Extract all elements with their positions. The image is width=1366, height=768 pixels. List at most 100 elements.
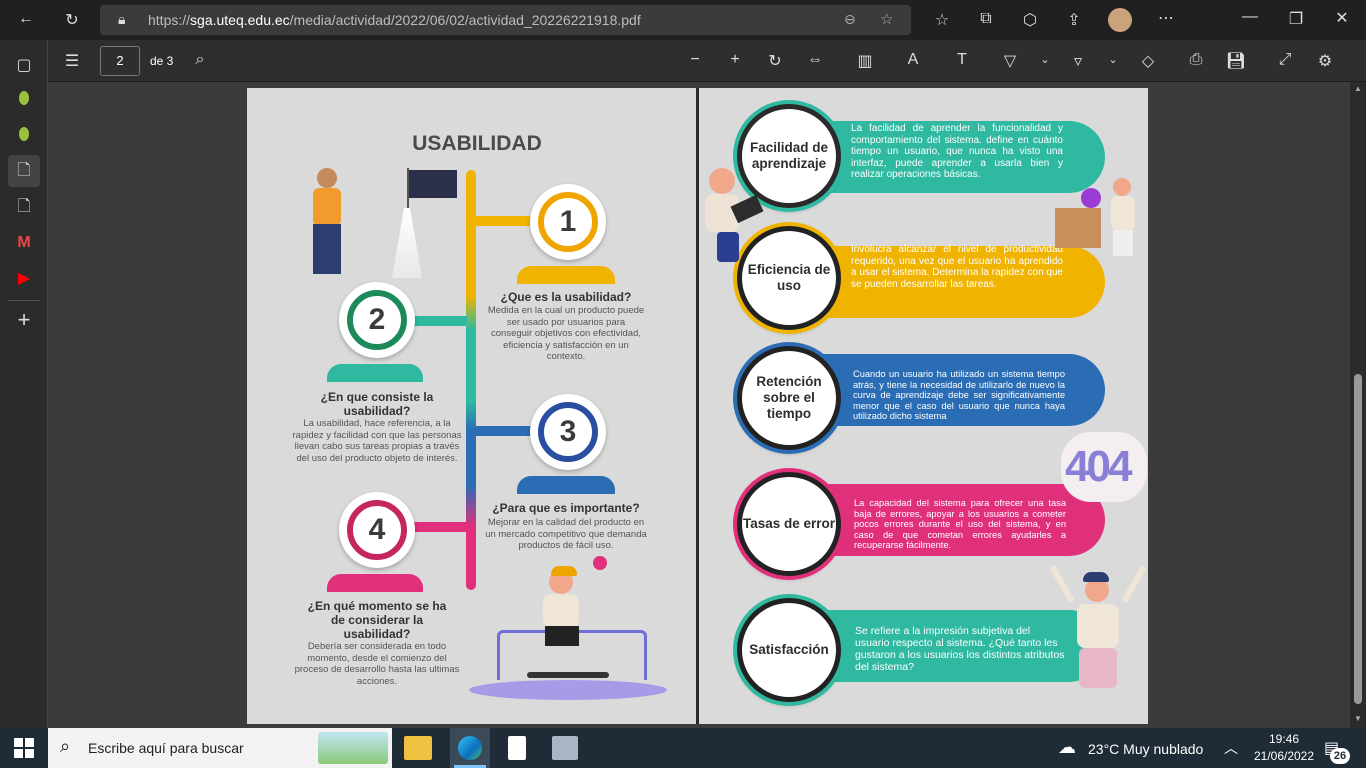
page-title: USABILIDAD — [412, 132, 542, 155]
restore-icon[interactable]: ❐ — [1284, 9, 1308, 29]
tray-chevron-up-icon[interactable]: ︿ — [1224, 738, 1238, 758]
body-para-que: Mejorar en la calidad del producto en un… — [485, 517, 647, 551]
edge-icon — [458, 736, 482, 760]
search-placeholder: Escribe aquí para buscar — [88, 740, 244, 756]
save-icon[interactable]: 💾︎ — [1224, 51, 1248, 71]
notification-count-badge: 26 — [1330, 748, 1350, 764]
heading-para-que: ¿Para que es importante? — [492, 501, 640, 515]
zoom-in-icon[interactable]: + — [723, 51, 747, 69]
number-badge-3: 3 — [530, 394, 606, 470]
gmail-icon[interactable]: M — [8, 227, 40, 259]
pdf-toolbar: ☰ 2 de 3 ⌕ − + ↻ ⇔ ▥ A T ▽ ⌄ ▿ ⌄ ◇ ⎙ 💾︎ … — [48, 40, 1366, 82]
fit-width-icon[interactable]: ⇔ — [803, 51, 827, 69]
sidebar-divider — [8, 300, 40, 301]
flag-man-illustration — [313, 168, 457, 280]
branch-4 — [407, 522, 467, 532]
highlight-options-chevron-icon[interactable]: ⌄ — [1101, 53, 1125, 66]
scrollbar-thumb[interactable] — [1354, 374, 1362, 704]
notepad-icon[interactable] — [508, 736, 526, 760]
heading-en-que-consiste: ¿En que consiste la usabilidad? — [320, 390, 434, 418]
circle-retencion: Retención sobre el tiempo — [737, 346, 841, 450]
page-total: de 3 — [150, 54, 174, 68]
branch-1 — [476, 216, 538, 226]
number-badge-4: 4 — [339, 492, 415, 568]
pdf-viewer[interactable]: USABILIDAD 1 ¿Que es la usabilidad? Medi… — [48, 82, 1350, 728]
file-explorer-icon[interactable] — [404, 736, 432, 760]
draw-options-chevron-icon[interactable]: ⌄ — [1033, 53, 1057, 66]
text-facilidad: La facilidad de aprender la funcionalida… — [851, 123, 1063, 180]
read-aloud-icon[interactable]: A — [901, 51, 925, 69]
pedestal-2 — [327, 364, 423, 382]
lock-icon: 🔒︎ — [118, 11, 126, 27]
browser-titlebar: ← ↻ 🔒︎ https://sga.uteq.edu.ec/media/act… — [0, 0, 1366, 40]
share-icon[interactable]: ⇪ — [1062, 10, 1086, 30]
circle-tasas: Tasas de error — [737, 472, 841, 576]
weather-cloud-icon[interactable]: ☁ — [1058, 737, 1076, 758]
search-icon: ⌕ — [60, 736, 71, 756]
tab-favicon-2[interactable] — [8, 118, 40, 150]
draw-icon[interactable]: ▽ — [998, 51, 1022, 71]
favorites-icon[interactable]: ☆ — [930, 10, 954, 30]
scroll-up-icon[interactable]: ▲ — [1354, 84, 1362, 93]
address-bar[interactable]: 🔒︎ https://sga.uteq.edu.ec/media/activid… — [100, 5, 911, 35]
heading-en-que-momento: ¿En qué momento se ha de considerar la u… — [307, 599, 447, 641]
print-icon[interactable]: ⎙ — [1184, 51, 1208, 69]
tab-favicon-1[interactable] — [8, 82, 40, 114]
add-text-icon[interactable]: T — [950, 51, 974, 69]
extensions-icon[interactable]: ⬡ — [1018, 10, 1042, 30]
back-icon[interactable]: ← — [14, 10, 38, 28]
tabs-icon[interactable]: ▢ — [8, 50, 40, 82]
search-icon[interactable]: ⌕ — [188, 51, 212, 69]
url-text: https://sga.uteq.edu.ec/media/actividad/… — [148, 12, 641, 28]
tab-pdf-active[interactable]: 🗋 — [8, 155, 40, 187]
page-number-input[interactable]: 2 — [100, 46, 140, 76]
fullscreen-icon[interactable]: ⤢ — [1273, 51, 1297, 69]
add-favorite-icon[interactable]: ☆ — [880, 10, 893, 28]
youtube-icon[interactable]: ▶ — [8, 263, 40, 295]
branch-2 — [407, 316, 467, 326]
error-404-illustration: 404 — [1061, 428, 1147, 502]
close-icon[interactable]: ✕ — [1330, 8, 1354, 28]
clock-time[interactable]: 19:46 — [1254, 732, 1314, 746]
new-tab-icon[interactable]: + — [8, 304, 40, 336]
rotate-icon[interactable]: ↻ — [763, 51, 787, 71]
windows-start-icon[interactable] — [14, 738, 34, 758]
erase-icon[interactable]: ◇ — [1136, 51, 1160, 71]
vertical-scrollbar[interactable]: ▲ ▼ — [1350, 82, 1366, 728]
text-retencion: Cuando un usuario ha utilizado un sistem… — [853, 369, 1065, 421]
weather-text[interactable]: 23°C Muy nublado — [1088, 741, 1203, 757]
clock-date[interactable]: 21/06/2022 — [1244, 749, 1324, 763]
minimize-icon[interactable]: — — [1238, 8, 1262, 26]
pdf-page-left: USABILIDAD 1 ¿Que es la usabilidad? Medi… — [247, 88, 696, 724]
taskbar-search-box[interactable]: ⌕ Escribe aquí para buscar — [48, 728, 392, 768]
timeline-trunk — [466, 170, 476, 590]
text-tasas: La capacidad del sistema para ofrecer un… — [854, 498, 1066, 550]
number-badge-2: 2 — [339, 282, 415, 358]
branch-3 — [476, 426, 538, 436]
heading-que-es: ¿Que es la usabilidad? — [500, 290, 632, 304]
highlight-icon[interactable]: ▿ — [1066, 51, 1090, 71]
number-badge-1: 1 — [530, 184, 606, 260]
tab-document-icon[interactable]: 🗋 — [8, 191, 40, 223]
zoom-icon[interactable]: ⊖ — [844, 11, 856, 28]
pedestal-1 — [517, 266, 615, 284]
text-satisfaccion: Se refiere a la impresión subjetiva del … — [855, 625, 1065, 673]
celebrating-character-illustration — [1049, 564, 1147, 724]
body-en-que-momento: Debería ser considerada en todo momento,… — [294, 641, 460, 687]
contents-icon[interactable]: ☰ — [60, 51, 84, 71]
box-character-illustration — [1055, 178, 1145, 268]
app-icon[interactable] — [552, 736, 578, 760]
profile-avatar[interactable] — [1108, 8, 1132, 32]
more-options-icon[interactable]: ⋯ — [1154, 8, 1178, 28]
edge-taskbar-button[interactable] — [450, 728, 490, 768]
pedestal-3 — [517, 476, 615, 494]
refresh-icon[interactable]: ↻ — [60, 10, 84, 30]
body-en-que-consiste: La usabilidad, hace referencia, a la rap… — [292, 418, 462, 464]
settings-gear-icon[interactable]: ⚙ — [1313, 51, 1337, 71]
pdf-page-right: Facilidad de aprendizaje La facilidad de… — [699, 88, 1148, 724]
collections-icon[interactable]: ⧉ — [974, 10, 998, 28]
text-eficiencia: Involucra alcanzar el nivel de productiv… — [851, 244, 1063, 290]
scroll-down-icon[interactable]: ▼ — [1354, 714, 1362, 723]
zoom-out-icon[interactable]: − — [683, 51, 707, 69]
page-view-icon[interactable]: ▥ — [853, 51, 877, 71]
